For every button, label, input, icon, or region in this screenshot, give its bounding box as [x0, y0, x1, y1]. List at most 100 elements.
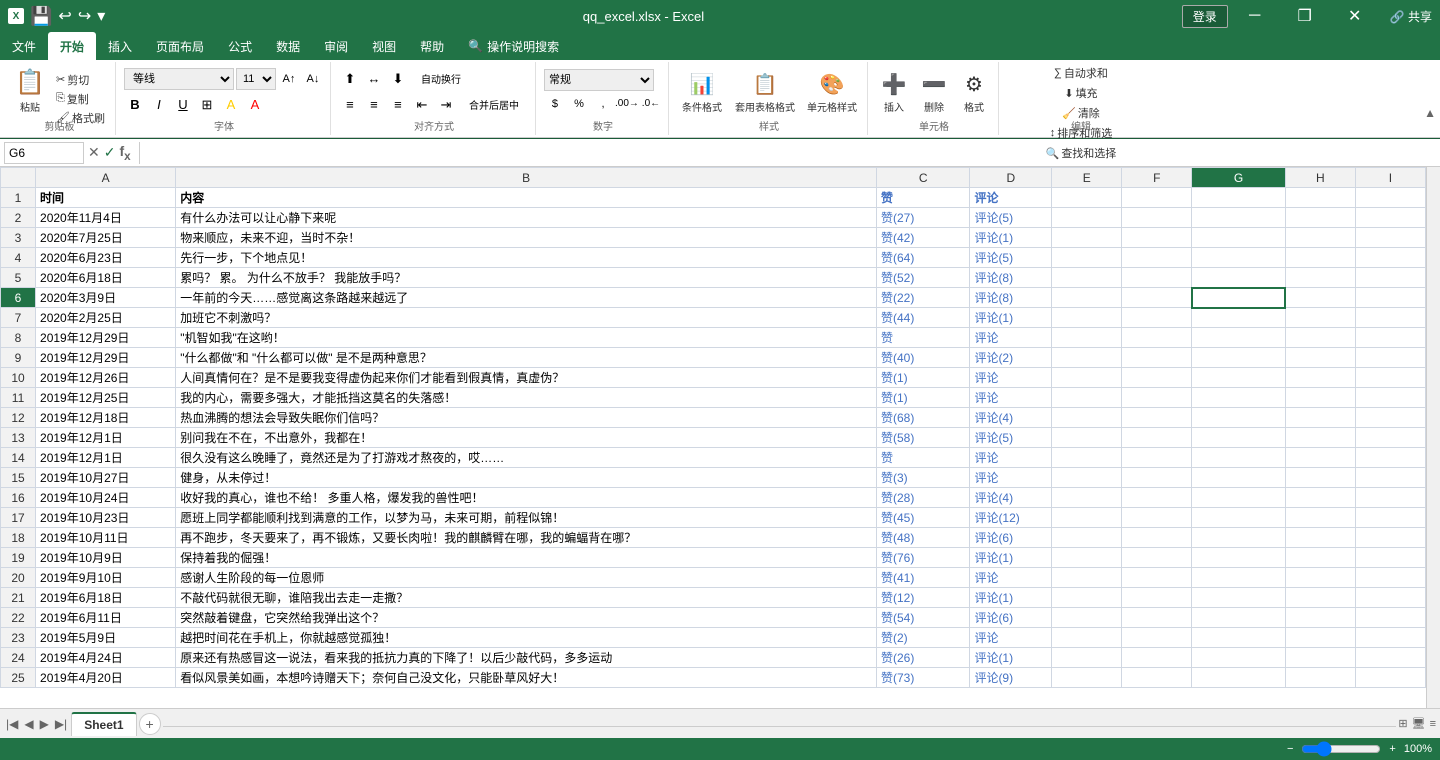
cell-b13[interactable]: 别问我在不在，不出意外，我都在！: [176, 428, 877, 448]
cell-f23[interactable]: [1122, 628, 1192, 648]
cell-h7[interactable]: [1285, 308, 1355, 328]
cell-c18[interactable]: 赞(48): [877, 528, 970, 548]
cell-a24[interactable]: 2019年4月24日: [36, 648, 176, 668]
restore-button[interactable]: ❐: [1282, 0, 1328, 32]
decrease-decimal-btn[interactable]: .00→: [616, 93, 638, 115]
cell-a17[interactable]: 2019年10月23日: [36, 508, 176, 528]
row-header-16[interactable]: 16: [1, 488, 36, 508]
collapse-ribbon-btn[interactable]: ▲: [1424, 106, 1436, 120]
formula-input-area[interactable]: [139, 142, 1436, 164]
col-header-h[interactable]: H: [1285, 168, 1355, 188]
cell-g23[interactable]: [1192, 628, 1285, 648]
cell-d1[interactable]: 评论: [970, 188, 1052, 208]
cell-a13[interactable]: 2019年12月1日: [36, 428, 176, 448]
cell-i24[interactable]: [1355, 648, 1425, 668]
cell-f11[interactable]: [1122, 388, 1192, 408]
insert-function-icon[interactable]: fx: [119, 143, 130, 163]
row-header-2[interactable]: 2: [1, 208, 36, 228]
cell-f4[interactable]: [1122, 248, 1192, 268]
row-header-7[interactable]: 7: [1, 308, 36, 328]
zoom-in-btn[interactable]: +: [1389, 743, 1395, 755]
formula-input[interactable]: [144, 142, 307, 164]
cell-e8[interactable]: [1052, 328, 1122, 348]
cell-a22[interactable]: 2019年6月11日: [36, 608, 176, 628]
cell-d20[interactable]: 评论: [970, 568, 1052, 588]
row-header-8[interactable]: 8: [1, 328, 36, 348]
cell-i5[interactable]: [1355, 268, 1425, 288]
row-header-19[interactable]: 19: [1, 548, 36, 568]
cell-a16[interactable]: 2019年10月24日: [36, 488, 176, 508]
cell-style-button[interactable]: 🎨 单元格样式: [803, 66, 861, 120]
cell-h9[interactable]: [1285, 348, 1355, 368]
conditional-format-button[interactable]: 📊 条件格式: [677, 66, 727, 120]
cell-f5[interactable]: [1122, 268, 1192, 288]
minimize-button[interactable]: ─: [1232, 0, 1278, 32]
cell-f14[interactable]: [1122, 448, 1192, 468]
scroll-area[interactable]: A B C D E F G H I 1时间内容赞评论22020年11月4日有什么…: [0, 167, 1426, 708]
cell-d19[interactable]: 评论(1): [970, 548, 1052, 568]
cell-e10[interactable]: [1052, 368, 1122, 388]
cell-e20[interactable]: [1052, 568, 1122, 588]
cell-d2[interactable]: 评论(5): [970, 208, 1052, 228]
view-layout-icon[interactable]: 🖥: [1412, 717, 1426, 730]
cell-g5[interactable]: [1192, 268, 1285, 288]
align-right-btn[interactable]: ≡: [387, 94, 409, 116]
cell-d5[interactable]: 评论(8): [970, 268, 1052, 288]
cell-e7[interactable]: [1052, 308, 1122, 328]
cell-a23[interactable]: 2019年5月9日: [36, 628, 176, 648]
delete-button[interactable]: ➖ 删除: [916, 66, 952, 120]
cell-e11[interactable]: [1052, 388, 1122, 408]
row-header-23[interactable]: 23: [1, 628, 36, 648]
cell-f19[interactable]: [1122, 548, 1192, 568]
cell-d22[interactable]: 评论(6): [970, 608, 1052, 628]
cell-i4[interactable]: [1355, 248, 1425, 268]
align-top-btn[interactable]: ⬆: [339, 68, 361, 90]
cell-f18[interactable]: [1122, 528, 1192, 548]
cell-i3[interactable]: [1355, 228, 1425, 248]
row-header-17[interactable]: 17: [1, 508, 36, 528]
row-header-24[interactable]: 24: [1, 648, 36, 668]
cell-b25[interactable]: 看似风景美如画，本想吟诗赠天下；奈何自己没文化，只能卧草风好大！: [176, 668, 877, 688]
cell-a1[interactable]: 时间: [36, 188, 176, 208]
font-name-select[interactable]: 等线: [124, 68, 234, 90]
cell-i1[interactable]: [1355, 188, 1425, 208]
cell-c20[interactable]: 赞(41): [877, 568, 970, 588]
cell-f20[interactable]: [1122, 568, 1192, 588]
cell-i14[interactable]: [1355, 448, 1425, 468]
wrap-text-btn[interactable]: 自动换行: [411, 68, 471, 90]
increase-font-btn[interactable]: A↑: [278, 68, 300, 90]
cell-a25[interactable]: 2019年4月20日: [36, 668, 176, 688]
row-header-12[interactable]: 12: [1, 408, 36, 428]
cell-g8[interactable]: [1192, 328, 1285, 348]
col-header-e[interactable]: E: [1052, 168, 1122, 188]
cell-c25[interactable]: 赞(73): [877, 668, 970, 688]
cell-d6[interactable]: 评论(8): [970, 288, 1052, 308]
cell-f3[interactable]: [1122, 228, 1192, 248]
col-header-g[interactable]: G: [1192, 168, 1285, 188]
col-header-i[interactable]: I: [1355, 168, 1425, 188]
cell-c12[interactable]: 赞(68): [877, 408, 970, 428]
cell-i15[interactable]: [1355, 468, 1425, 488]
cell-g19[interactable]: [1192, 548, 1285, 568]
tab-data[interactable]: 数据: [264, 32, 312, 60]
cell-d23[interactable]: 评论: [970, 628, 1052, 648]
cell-b12[interactable]: 热血沸腾的想法会导致失眠你们信吗？: [176, 408, 877, 428]
merge-center-btn[interactable]: 合并后居中: [459, 94, 529, 116]
copy-button[interactable]: ⎘ 复制: [52, 90, 109, 108]
col-header-b[interactable]: B: [176, 168, 877, 188]
cell-d21[interactable]: 评论(1): [970, 588, 1052, 608]
prev-sheet-btn[interactable]: ◀: [22, 715, 35, 733]
cell-i16[interactable]: [1355, 488, 1425, 508]
cell-a3[interactable]: 2020年7月25日: [36, 228, 176, 248]
cell-g16[interactable]: [1192, 488, 1285, 508]
cell-i21[interactable]: [1355, 588, 1425, 608]
add-sheet-button[interactable]: +: [139, 713, 161, 735]
login-button[interactable]: 登录: [1182, 5, 1228, 28]
cell-b14[interactable]: 很久没有这么晚睡了，竟然还是为了打游戏才熬夜的，哎……: [176, 448, 877, 468]
cell-i20[interactable]: [1355, 568, 1425, 588]
cell-h14[interactable]: [1285, 448, 1355, 468]
cell-g17[interactable]: [1192, 508, 1285, 528]
tab-formulas[interactable]: 公式: [216, 32, 264, 60]
cell-i11[interactable]: [1355, 388, 1425, 408]
save-icon[interactable]: 💾: [30, 6, 52, 27]
